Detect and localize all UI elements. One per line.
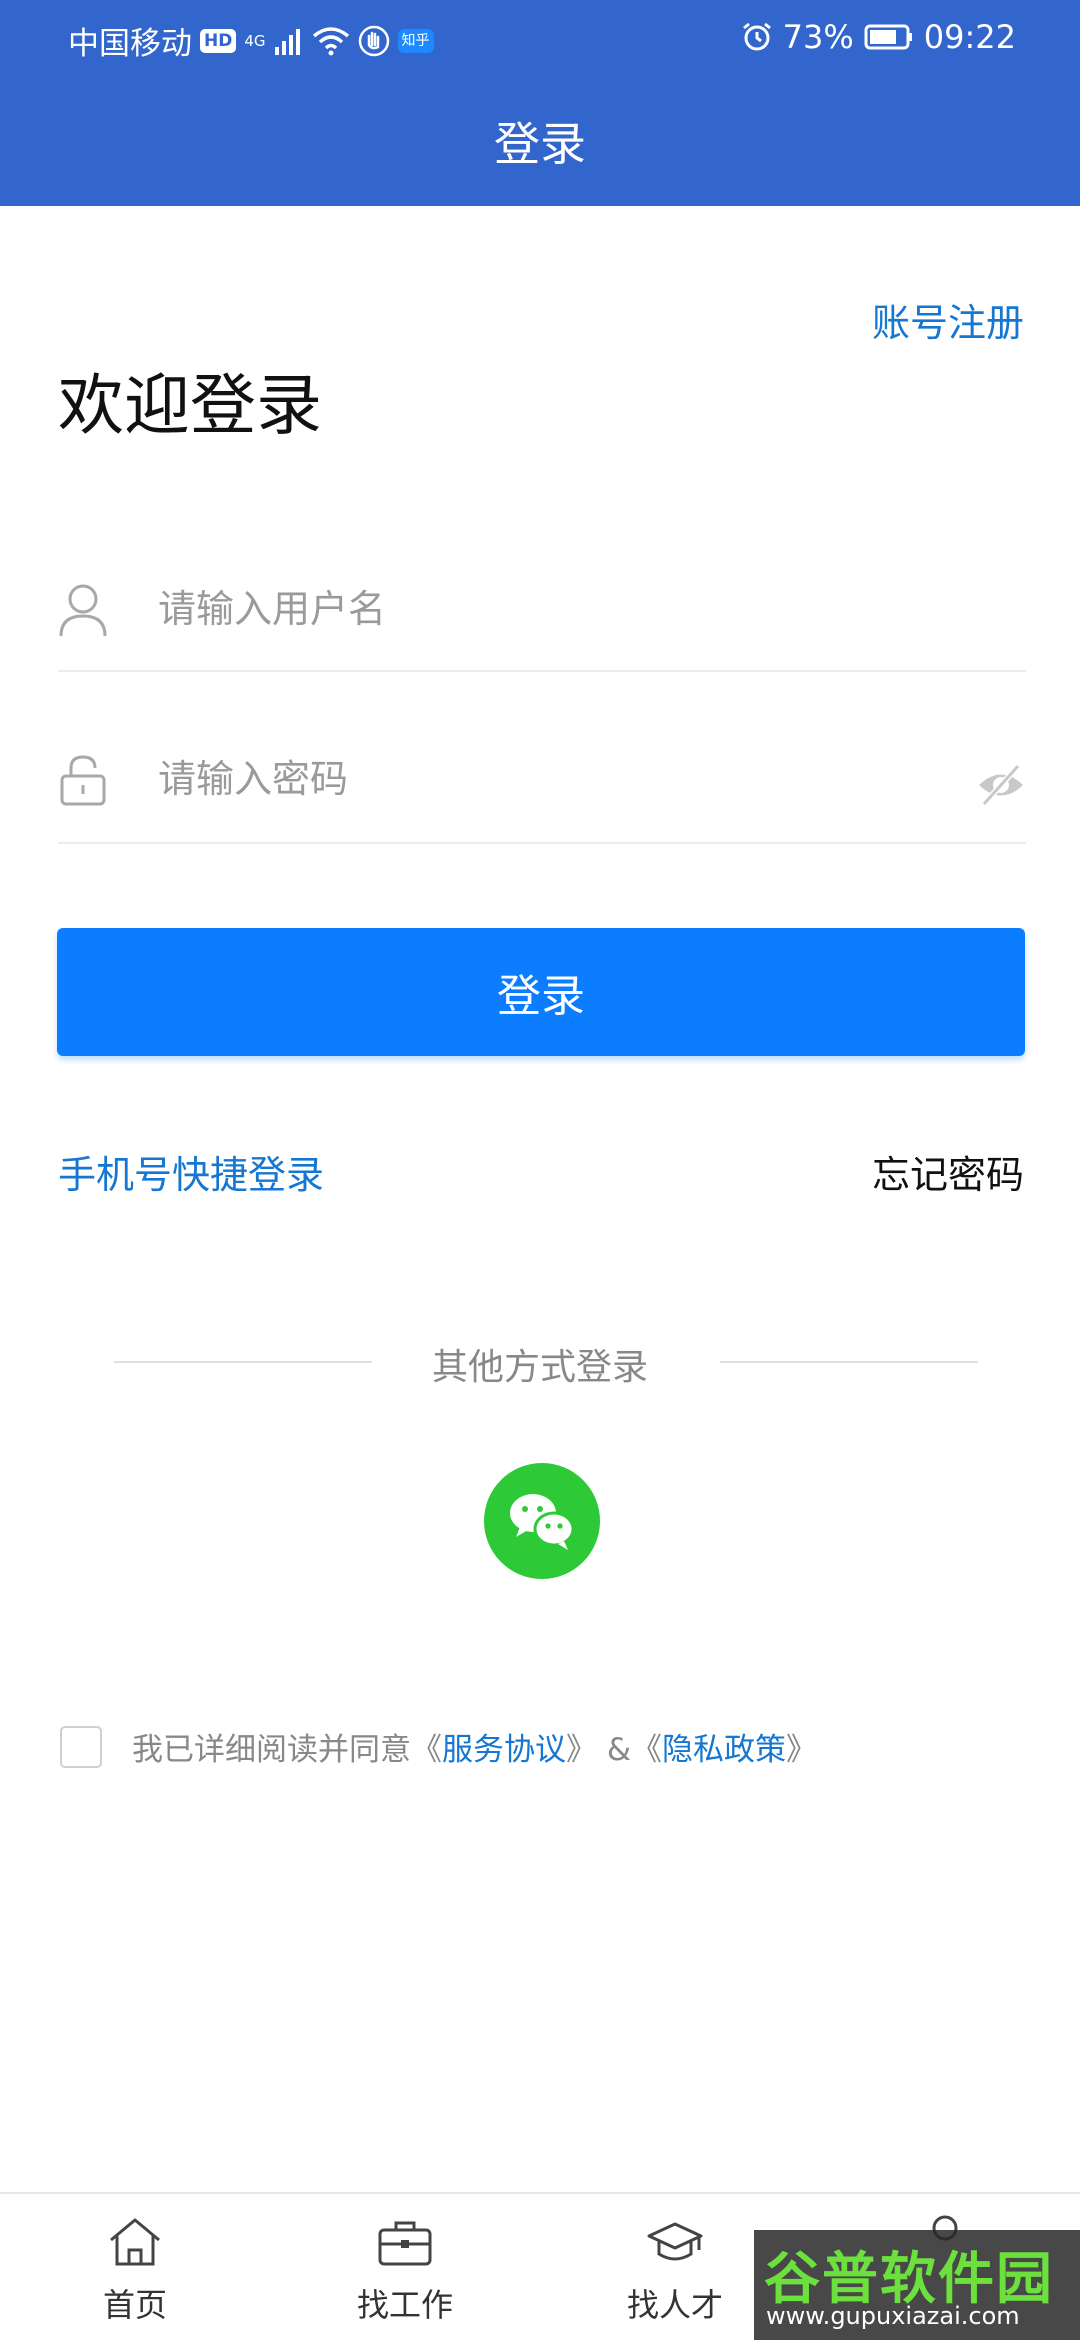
status-bar: 中国移动 HD 4G 知乎 73% 09:22 xyxy=(0,0,1080,76)
agreement-row: 我已详细阅读并同意《服务协议》 &《隐私政策》 xyxy=(58,1722,1038,1772)
clock-time: 09:22 xyxy=(923,18,1016,56)
password-field xyxy=(58,730,1026,844)
signal-icon xyxy=(274,28,300,55)
username-input[interactable] xyxy=(158,574,918,644)
phone-quick-login-link[interactable]: 手机号快捷登录 xyxy=(58,1144,324,1199)
wechat-icon xyxy=(510,1494,575,1550)
hd-icon: HD xyxy=(200,28,237,53)
other-login-label: 其他方式登录 xyxy=(431,1347,648,1388)
divider-right xyxy=(720,1361,978,1363)
briefcase-icon xyxy=(378,2221,432,2266)
network-type: 4G xyxy=(244,31,266,50)
carrier-name: 中国移动 xyxy=(68,26,192,62)
tab-home[interactable]: 首页 xyxy=(0,2194,270,2340)
status-right: 73% 09:22 xyxy=(741,18,1016,56)
watermark-logo: 谷普软件园 www.gupuxiazai.com xyxy=(754,2230,1080,2340)
login-button[interactable]: 登录 xyxy=(57,928,1025,1056)
register-account-link[interactable]: 账号注册 xyxy=(872,292,1024,347)
wechat-login-button[interactable] xyxy=(484,1463,600,1579)
hand-icon xyxy=(358,25,389,56)
status-left: 中国移动 HD 4G 知乎 xyxy=(68,18,434,63)
battery-percent: 73% xyxy=(782,18,854,56)
privacy-policy-link[interactable]: 隐私政策 xyxy=(662,1732,786,1768)
agreement-prefix: 我已详细阅读并同意 xyxy=(132,1732,411,1768)
user-icon xyxy=(59,584,107,637)
wifi-icon xyxy=(312,26,349,55)
agreement-text: 我已详细阅读并同意《服务协议》 &《隐私政策》 xyxy=(132,1724,817,1769)
service-agreement-link[interactable]: 服务协议 xyxy=(442,1732,566,1768)
watermark-url: www.gupuxiazai.com xyxy=(766,2302,1020,2330)
forgot-password-link[interactable]: 忘记密码 xyxy=(872,1144,1024,1199)
home-icon xyxy=(110,2218,160,2266)
agreement-amp: &《 xyxy=(597,1732,663,1768)
tab-home-label: 首页 xyxy=(102,2286,167,2324)
tab-find-job[interactable]: 找工作 xyxy=(270,2194,540,2340)
page-title: 登录 xyxy=(494,117,586,171)
welcome-heading: 欢迎登录 xyxy=(58,367,322,444)
graduation-cap-icon xyxy=(647,2222,703,2261)
agreement-close: 》 xyxy=(566,1732,597,1768)
eye-hidden-icon[interactable] xyxy=(976,760,1026,810)
lock-icon xyxy=(60,755,106,806)
password-input[interactable] xyxy=(158,744,918,814)
agreement-open: 《 xyxy=(411,1732,442,1768)
top-bar: 中国移动 HD 4G 知乎 73% 09:22 登录 xyxy=(0,0,1080,206)
battery-icon xyxy=(864,24,912,50)
username-field xyxy=(58,560,1026,672)
alarm-icon xyxy=(742,22,771,51)
agreement-checkbox[interactable] xyxy=(60,1726,102,1768)
agreement-close2: 》 xyxy=(786,1732,818,1768)
zhihu-app-icon: 知乎 xyxy=(397,28,434,53)
tab-find-job-label: 找工作 xyxy=(356,2286,453,2324)
